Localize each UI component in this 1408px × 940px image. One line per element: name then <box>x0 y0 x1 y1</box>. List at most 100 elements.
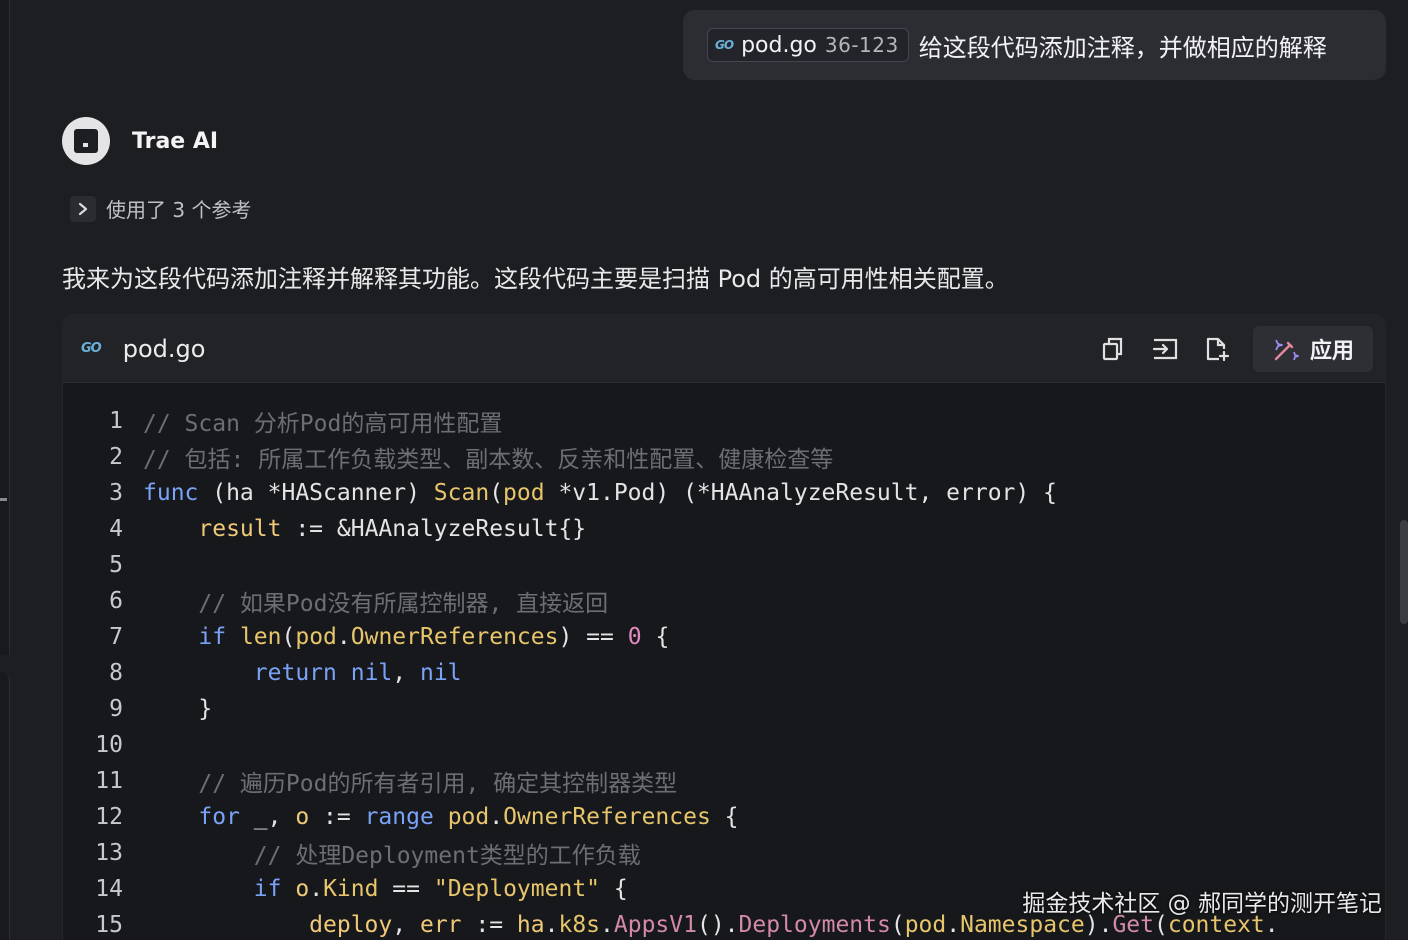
code-token: (). <box>696 912 739 938</box>
code-token: ) == <box>558 624 628 650</box>
code-token: pod <box>503 480 545 506</box>
line-number: 4 <box>109 516 123 542</box>
code-token: pod <box>447 804 490 830</box>
line-number: 12 <box>95 804 123 830</box>
code-token: err <box>419 912 462 938</box>
code-token: 0 <box>627 624 642 650</box>
code-token: nil <box>350 660 393 686</box>
code-line: 12 for _, o := range pod. OwnerReferences… <box>63 799 1385 835</box>
code-token: Kind <box>323 876 379 902</box>
code-token: := &HAAnalyzeResult{} <box>281 516 587 542</box>
code-token: ( <box>489 480 504 506</box>
copy-button[interactable] <box>1093 329 1133 369</box>
code-token: // 处理Deployment类型的工作负载 <box>253 843 641 869</box>
code-line: 10 <box>63 727 1385 763</box>
code-token: == <box>378 876 434 902</box>
code-token: range <box>364 804 434 830</box>
code-token: o <box>295 876 310 902</box>
code-token: . <box>946 912 961 938</box>
code-token: . <box>544 912 559 938</box>
assistant-name: Trae AI <box>132 128 219 154</box>
code-token: // 如果Pod没有所属控制器, 直接返回 <box>198 591 609 617</box>
line-number: 15 <box>95 912 123 938</box>
insert-at-cursor-button[interactable] <box>1145 329 1185 369</box>
code-token: func <box>143 480 199 506</box>
code-token: . <box>309 876 324 902</box>
code-token: OwnerReferences <box>350 624 559 650</box>
code-token: (ha *HAScanner) <box>198 480 434 506</box>
code-token: Scan <box>433 480 490 506</box>
code-line: 8 return nil, nil <box>63 655 1385 691</box>
code-block-filename: pod.go <box>122 334 206 363</box>
code-editor[interactable]: 1 // Scan 分析Pod的高可用性配置 2 // 包括: 所属工作负载类型、副本… <box>63 383 1385 940</box>
file-reference-chip[interactable]: GO pod.go 36-123 <box>707 28 909 62</box>
code-token: *v1.Pod) (*HAAnalyzeResult, error) { <box>544 480 1057 506</box>
insert-icon <box>1152 338 1178 359</box>
code-token: AppsV1 <box>613 912 697 938</box>
left-panel-edge <box>0 0 10 655</box>
line-number: 6 <box>109 588 123 614</box>
code-token: , <box>392 912 420 938</box>
code-line: 11 // 遍历Pod的所有者引用, 确定其控制器类型 <box>63 763 1385 799</box>
code-token: // 遍历Pod的所有者引用, 确定其控制器类型 <box>198 771 678 797</box>
panel-resize-handle[interactable] <box>0 498 7 501</box>
new-file-button[interactable] <box>1197 329 1237 369</box>
go-file-icon: GO <box>81 341 102 356</box>
scrollbar-thumb[interactable] <box>1400 520 1408 624</box>
code-token: pod <box>295 624 337 650</box>
line-number: 5 <box>109 552 123 578</box>
code-token: _, <box>239 804 296 830</box>
copy-icon <box>1102 337 1123 360</box>
line-number: 1 <box>109 408 123 434</box>
new-file-icon <box>1206 337 1229 361</box>
code-token: "Deployment" <box>433 876 601 902</box>
code-token: pod <box>904 912 947 938</box>
line-number: 2 <box>109 444 123 470</box>
file-reference-range: 36-123 <box>824 33 899 57</box>
code-token: ha <box>516 912 545 938</box>
code-token: . <box>336 624 351 650</box>
code-line: 7 if len(pod. OwnerReferences) == 0 { <box>63 619 1385 655</box>
code-block-header: GO pod.go 应用 <box>63 315 1385 383</box>
code-token: nil <box>419 660 462 686</box>
code-token: . <box>489 804 504 830</box>
code-token: := <box>309 804 365 830</box>
code-token: // 包括: 所属工作负载类型、副本数、反亲和性配置、健康检查等 <box>143 447 834 473</box>
apply-button-label: 应用 <box>1309 338 1354 364</box>
chevron-right-icon <box>70 195 96 222</box>
line-number: 11 <box>95 768 123 794</box>
code-token: if <box>198 624 227 650</box>
code-token: . <box>600 912 614 938</box>
references-label: 使用了 3 个参考 <box>106 198 252 222</box>
code-token: OwnerReferences <box>503 804 711 830</box>
apply-button[interactable]: 应用 <box>1253 325 1373 372</box>
code-token: { <box>710 804 739 830</box>
code-token: return <box>253 660 337 686</box>
trae-logo-icon <box>74 129 98 153</box>
code-token: } <box>143 696 213 722</box>
code-token: for <box>198 804 240 830</box>
code-line: 13 // 处理Deployment类型的工作负载 <box>63 835 1385 871</box>
file-reference-name: pod.go <box>741 32 817 58</box>
references-toggle[interactable]: 使用了 3 个参考 <box>70 194 251 223</box>
code-token: ( <box>281 624 296 650</box>
watermark-text: 掘金技术社区 @ 郝同学的测开笔记 <box>1022 891 1382 917</box>
code-token: := <box>461 912 517 938</box>
magic-wand-icon <box>1274 339 1299 360</box>
code-block: GO pod.go 应用 1 // Scan 分析Pod的高可用性配置 2 //… <box>62 314 1386 940</box>
line-number: 7 <box>109 624 123 650</box>
line-number: 3 <box>109 480 123 506</box>
line-number: 8 <box>109 660 123 686</box>
line-number: 14 <box>95 876 123 902</box>
assistant-header: Trae AI <box>62 117 218 165</box>
code-token: { <box>641 624 670 650</box>
